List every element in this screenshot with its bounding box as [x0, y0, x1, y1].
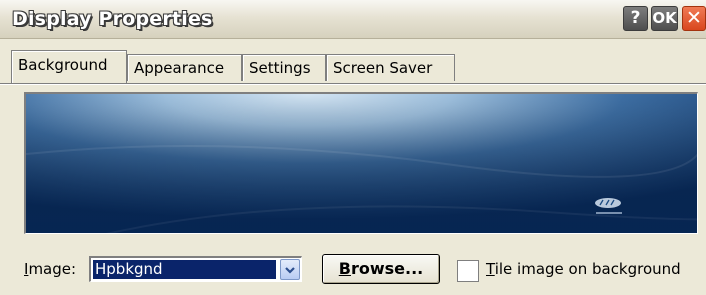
tile-label-text: ile image on background [494, 260, 681, 278]
help-button[interactable]: ? [623, 6, 648, 31]
tile-checkbox[interactable] [457, 260, 479, 282]
image-combobox-value[interactable]: Hpbkgnd [93, 260, 276, 279]
tile-checkbox-label[interactable]: Tile image on background [486, 260, 681, 278]
tab-background[interactable]: Background [11, 50, 127, 83]
tab-panel-highlight [0, 84, 706, 85]
tab-strip: Background Appearance Settings Screen Sa… [0, 38, 706, 84]
image-combobox[interactable]: Hpbkgnd [89, 256, 302, 282]
chevron-down-icon[interactable] [280, 259, 300, 280]
image-label: Image: [24, 260, 76, 278]
image-label-text: mage: [28, 260, 77, 278]
tab-settings[interactable]: Settings [242, 54, 326, 81]
tab-screen-saver[interactable]: Screen Saver [326, 54, 455, 81]
browse-button[interactable]: Browse... [322, 254, 440, 284]
wallpaper-image [26, 94, 697, 233]
tab-appearance[interactable]: Appearance [127, 54, 242, 81]
ok-button[interactable]: OK [651, 6, 678, 31]
browse-label: rowse... [350, 259, 424, 278]
tile-accel: T [486, 260, 495, 278]
browse-accel: B [338, 259, 351, 278]
wallpaper-preview [24, 92, 698, 234]
close-button[interactable]: ✕ [682, 6, 706, 31]
window-title: Display Properties [12, 8, 213, 30]
title-bar: Display Properties ? OK ✕ [0, 0, 706, 39]
